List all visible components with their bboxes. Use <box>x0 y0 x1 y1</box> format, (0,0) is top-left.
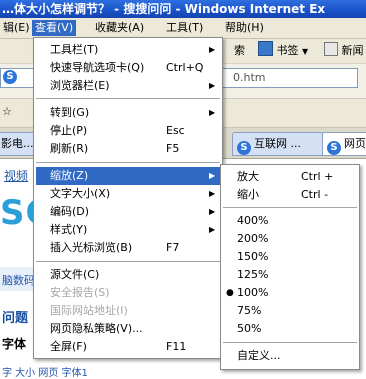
search-button[interactable]: 索 <box>234 41 245 60</box>
brain-link[interactable]: 脑数码 <box>2 272 35 288</box>
window-title-bar: …体大小怎样调节？ - 搜搜问问 - Windows Internet Ex <box>0 0 366 18</box>
zoom-level-100[interactable]: ● 100% <box>223 284 357 302</box>
menu-item-full-screen[interactable]: 全屏(F) F11 <box>36 338 220 356</box>
menu-item-zoom-in[interactable]: 放大 Ctrl + <box>223 168 357 186</box>
submenu-arrow-icon: ▶ <box>209 108 216 117</box>
menu-item-privacy-report[interactable]: 网页隐私策略(V)... <box>36 320 220 338</box>
submenu-arrow-icon: ▶ <box>209 189 216 198</box>
zoom-level-150[interactable]: 150% <box>223 248 357 266</box>
tab-webpage[interactable]: S 网页 <box>322 132 366 156</box>
menu-view[interactable]: 查看(V) <box>32 20 77 36</box>
menu-help[interactable]: 帮助(H) <box>222 20 267 36</box>
menu-item-refresh[interactable]: 刷新(R) F5 <box>36 140 220 158</box>
menu-edit[interactable]: 辑(E) <box>0 20 33 36</box>
menu-separator <box>223 342 357 343</box>
submenu-arrow-icon: ▶ <box>209 207 216 216</box>
site-icon: S <box>3 70 17 84</box>
window-title: …体大小怎样调节？ - 搜搜问问 - Windows Internet Ex <box>2 2 326 16</box>
font-text: 字体 <box>2 337 27 351</box>
bookmark-button[interactable]: 书签 ▼ <box>258 41 308 60</box>
zoom-level-400[interactable]: 400% <box>223 212 357 230</box>
search-fragment: 索 <box>234 44 245 57</box>
zoom-level-125[interactable]: 125% <box>223 266 357 284</box>
video-link[interactable]: 视频 <box>4 167 28 184</box>
menu-item-caret-browsing[interactable]: 插入光标浏览(B) F7 <box>36 239 220 257</box>
bottom-text: 字 大小 网页 字体1 <box>2 368 88 379</box>
tab-internet[interactable]: S 互联网 ... <box>232 132 324 156</box>
menu-item-toolbars[interactable]: 工具栏(T) ▶ <box>36 41 220 59</box>
menu-tools[interactable]: 工具(T) <box>163 20 206 36</box>
tab-label: 网页 <box>344 137 366 150</box>
zoom-level-75[interactable]: 75% <box>223 302 357 320</box>
menu-item-quick-tabs[interactable]: 快速导航选项卡(Q) Ctrl+Q <box>36 59 220 77</box>
menu-separator <box>223 207 357 208</box>
menu-item-style[interactable]: 样式(Y) ▶ <box>36 221 220 239</box>
submenu-arrow-icon: ▶ <box>209 171 216 180</box>
menu-separator <box>36 162 220 163</box>
menu-item-source[interactable]: 源文件(C) <box>36 266 220 284</box>
submenu-arrow-icon: ▶ <box>209 45 216 54</box>
selected-bullet-icon: ● <box>226 288 234 298</box>
bookmark-icon <box>258 41 273 56</box>
submenu-arrow-icon: ▶ <box>209 225 216 234</box>
site-icon: S <box>237 141 251 155</box>
menu-item-zoom[interactable]: 缩放(Z) ▶ <box>36 167 220 185</box>
chevron-down-icon: ▼ <box>302 47 309 56</box>
zoom-submenu: 放大 Ctrl + 缩小 Ctrl - 400% 200% 150% 125% … <box>220 164 360 370</box>
menu-item-go-to[interactable]: 转到(G) ▶ <box>36 104 220 122</box>
menu-item-security-report: 安全报告(S) <box>50 286 110 299</box>
menu-item-encoding[interactable]: 编码(D) ▶ <box>36 203 220 221</box>
menu-item-text-size[interactable]: 文字大小(X) ▶ <box>36 185 220 203</box>
zoom-level-200[interactable]: 200% <box>223 230 357 248</box>
view-menu: 工具栏(T) ▶ 快速导航选项卡(Q) Ctrl+Q 浏览器栏(E) ▶ 转到(… <box>33 37 223 359</box>
tab-label: 互联网 ... <box>254 137 301 150</box>
news-button[interactable]: 新闻 <box>324 41 364 60</box>
favorites-star-icon[interactable]: ☆ <box>2 105 12 118</box>
question-title: 问题 <box>2 311 29 326</box>
menu-favorites[interactable]: 收藏夹(A) <box>92 20 147 36</box>
tab-label: 影电... <box>1 137 34 150</box>
submenu-arrow-icon: ▶ <box>209 81 216 90</box>
menu-item-stop[interactable]: 停止(P) Esc <box>36 122 220 140</box>
menu-item-zoom-custom[interactable]: 自定义... <box>223 347 357 365</box>
menu-item-explorer-bars[interactable]: 浏览器栏(E) ▶ <box>36 77 220 95</box>
news-icon <box>324 42 338 56</box>
bookmark-label: 书签 <box>276 44 299 57</box>
menu-item-zoom-out[interactable]: 缩小 Ctrl - <box>223 186 357 204</box>
menu-separator <box>36 98 220 99</box>
site-icon: S <box>327 141 341 155</box>
address-url: 0.htm <box>233 71 266 84</box>
menu-bar: 辑(E) 查看(V) 收藏夹(A) 工具(T) 帮助(H) <box>0 18 366 39</box>
zoom-level-50[interactable]: 50% <box>223 320 357 338</box>
tab-movies[interactable]: 影电... <box>0 132 36 156</box>
menu-separator <box>36 261 220 262</box>
news-label: 新闻 <box>341 44 364 57</box>
menu-item-international-address: 国际网站地址(I) <box>50 304 128 317</box>
